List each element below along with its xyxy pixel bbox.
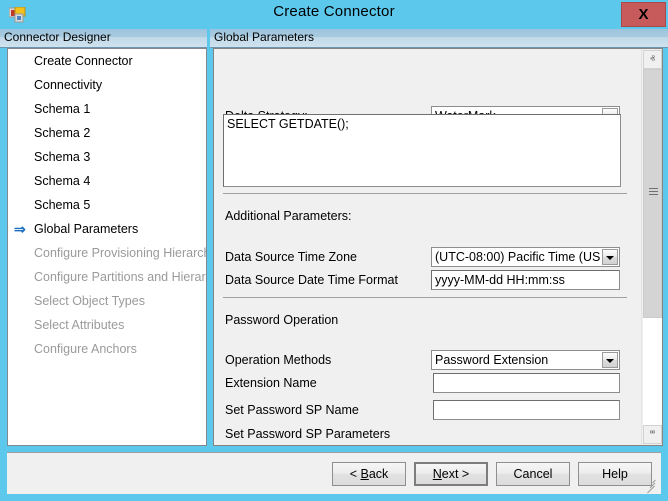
create-connector-dialog: Create Connector X Connector Designer Gl… [0,0,668,501]
back-button[interactable]: < Back [332,462,406,486]
divider-1 [223,193,627,194]
sidebar-item-schema-1[interactable]: Schema 1 [8,97,206,121]
data-source-date-time-format-label: Data Source Date Time Format [225,273,398,287]
sidebar-item-label: Schema 5 [34,198,91,212]
sidebar-item-label: Global Parameters [34,222,139,236]
sidebar-item-select-attributes: Select Attributes [8,313,206,337]
scroll-up-arrow-icon[interactable]: ⱏ [643,50,662,69]
resize-grip[interactable] [644,478,657,494]
help-button[interactable]: Help [578,462,652,486]
scrollbar-thumb[interactable] [643,69,662,318]
next-button-post: ext > [441,467,470,481]
left-panel-header: Connector Designer [0,29,207,48]
data-source-time-zone-combo[interactable]: (UTC-08:00) Pacific Time (US & C [431,247,620,267]
sidebar-item-label: Schema 2 [34,126,91,140]
dialog-button-bar: < Back Next > Cancel Help [7,452,661,494]
sidebar-item-connectivity[interactable]: Connectivity [8,73,206,97]
sidebar-item-global-parameters[interactable]: ⇒ Global Parameters [8,217,206,241]
extension-name-label: Extension Name [225,376,317,390]
cancel-button[interactable]: Cancel [496,462,570,486]
scroll-down-glyph: ⱎ [649,429,656,440]
divider-2 [223,297,627,298]
back-button-mnemonic: B [360,467,369,481]
global-parameters-panel: Delta Strategy: WaterMark Water Mark Que… [213,48,663,446]
scrollbar-grip-icon [649,188,658,195]
title-bar: Create Connector X [0,0,668,28]
sidebar-item-label: Configure Anchors [34,342,137,356]
chevron-down-icon[interactable] [602,352,618,368]
scrollbar-track[interactable] [643,69,662,425]
back-button-post: ack [368,467,389,481]
water-mark-query-textarea[interactable]: SELECT GETDATE(); [223,114,621,187]
scroll-down-arrow-icon[interactable]: ⱎ [643,425,662,444]
sidebar-item-schema-5[interactable]: Schema 5 [8,193,206,217]
next-button[interactable]: Next > [414,462,488,486]
sidebar-item-schema-4[interactable]: Schema 4 [8,169,206,193]
sidebar-item-schema-3[interactable]: Schema 3 [8,145,206,169]
scroll-up-glyph: ⱏ [650,54,655,65]
sidebar-item-configure-anchors: Configure Anchors [8,337,206,361]
set-password-sp-parameters-label: Set Password SP Parameters [225,427,391,441]
data-source-time-zone-label: Data Source Time Zone [225,250,358,264]
operation-methods-value: Password Extension [435,353,549,367]
password-operation-heading: Password Operation [225,313,339,327]
sidebar-item-schema-2[interactable]: Schema 2 [8,121,206,145]
close-button[interactable]: X [621,2,666,27]
set-password-sp-name-input[interactable] [433,400,620,420]
next-button-mnemonic: N [432,467,442,481]
sidebar-item-label: Select Attributes [34,318,125,332]
operation-methods-combo[interactable]: Password Extension [431,350,620,370]
vertical-scrollbar[interactable]: ⱏ ⱎ [641,49,662,445]
connector-designer-nav: Create Connector Connectivity Schema 1 S… [7,48,207,446]
sidebar-item-select-object-types: Select Object Types [8,289,206,313]
sidebar-item-create-connector[interactable]: Create Connector [8,49,206,73]
sidebar-item-label: Schema 3 [34,150,91,164]
page-title: Create Connector [273,3,395,20]
sidebar-item-label: Connectivity [34,78,103,92]
back-button-pre: < [349,467,361,481]
chevron-down-icon[interactable] [602,249,618,265]
sidebar-item-label: Schema 1 [34,102,91,116]
current-step-arrow-icon: ⇒ [14,221,26,237]
sidebar-item-label: Configure Provisioning Hierarchy [34,246,207,260]
set-password-sp-name-label: Set Password SP Name [225,403,359,417]
data-source-time-zone-value: (UTC-08:00) Pacific Time (US & C [435,250,600,264]
sidebar-item-label: Schema 4 [34,174,91,188]
data-source-date-time-format-input[interactable]: yyyy-MM-dd HH:mm:ss [431,270,620,290]
operation-methods-label: Operation Methods [225,353,332,367]
extension-name-input[interactable] [433,373,620,393]
sidebar-item-configure-partitions-and-hierarchies: Configure Partitions and Hierarchies [8,265,206,289]
sidebar-item-label: Configure Partitions and Hierarchies [34,270,206,284]
right-panel-header: Global Parameters [210,29,668,48]
sidebar-item-configure-provisioning-hierarchy: Configure Provisioning Hierarchy [8,241,206,265]
sidebar-item-label: Create Connector [34,54,133,68]
additional-parameters-heading: Additional Parameters: [225,209,352,223]
sidebar-item-label: Select Object Types [34,294,145,308]
